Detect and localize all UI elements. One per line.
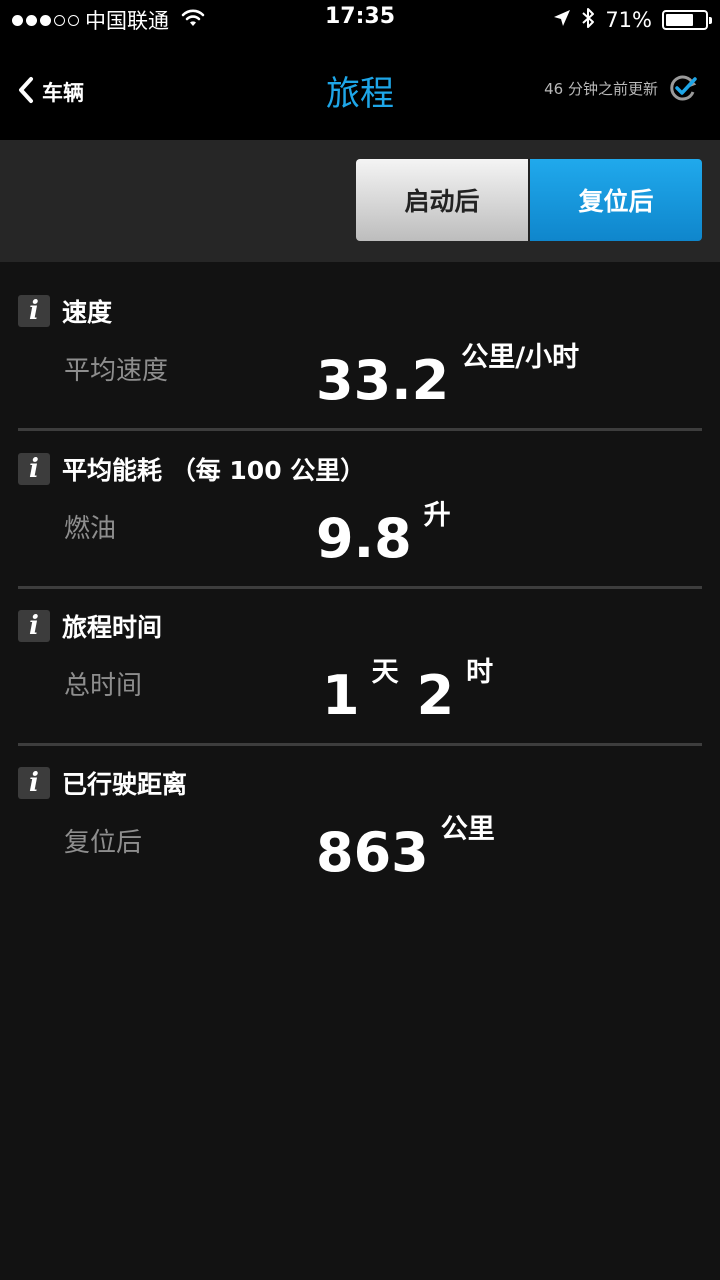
trip-mode-segmented-control: 启动后 复位后	[356, 159, 702, 241]
location-arrow-icon	[553, 8, 571, 32]
distance-value: 863 公里	[316, 812, 495, 880]
consumption-section: i 平均能耗 （每 100 公里） 燃油 9.8 升	[18, 452, 702, 589]
info-icon[interactable]: i	[18, 295, 50, 327]
refresh-check-icon[interactable]	[668, 73, 698, 103]
value-number: 9.8	[316, 507, 412, 570]
value-unit: 升	[423, 500, 451, 531]
distance-section: i 已行驶距离 复位后 863 公里	[18, 766, 702, 902]
hours-unit: 时	[466, 657, 494, 688]
bluetooth-icon	[581, 7, 595, 34]
battery-icon	[662, 10, 712, 30]
divider	[18, 428, 702, 431]
section-title: 旅程时间	[62, 613, 163, 642]
status-right: 71%	[553, 4, 712, 36]
segment-since-reset[interactable]: 复位后	[530, 159, 702, 241]
segment-since-start[interactable]: 启动后	[356, 159, 530, 241]
updated-text: 46 分钟之前更新	[544, 79, 658, 98]
section-title: 已行驶距离	[62, 770, 188, 799]
info-icon[interactable]: i	[18, 610, 50, 642]
battery-fill	[666, 14, 693, 26]
status-bar: 中国联通 17:35 71%	[0, 0, 720, 40]
speed-value: 33.2 公里/小时	[316, 340, 579, 408]
navigation-bar: 车辆 旅程 46 分钟之前更新	[0, 40, 720, 140]
trip-time-section: i 旅程时间 总时间 1 天 2 时	[18, 609, 702, 746]
value-unit: 公里/小时	[461, 342, 580, 373]
value-number: 33.2	[316, 349, 450, 412]
divider	[18, 743, 702, 746]
consumption-value: 9.8 升	[316, 498, 451, 566]
section-label: 燃油	[64, 514, 117, 544]
section-header: i 平均能耗 （每 100 公里）	[18, 452, 365, 486]
divider	[18, 586, 702, 589]
section-label: 总时间	[64, 671, 143, 701]
hours-number: 2	[416, 664, 455, 727]
speed-section: i 速度 平均速度 33.2 公里/小时	[18, 294, 702, 431]
info-icon[interactable]: i	[18, 767, 50, 799]
trip-time-value: 1 天 2 时	[322, 655, 493, 723]
section-header: i 速度	[18, 294, 112, 328]
days-number: 1	[322, 664, 360, 727]
value-number: 863	[316, 821, 429, 884]
section-title: 速度	[62, 298, 113, 327]
update-status: 46 分钟之前更新	[544, 73, 698, 103]
value-unit: 公里	[440, 814, 495, 845]
section-label: 复位后	[64, 828, 143, 858]
section-header: i 旅程时间	[18, 609, 162, 643]
section-label: 平均速度	[64, 356, 169, 386]
section-title: 平均能耗 （每 100 公里）	[62, 456, 366, 485]
segment-band: 启动后 复位后	[0, 140, 720, 262]
days-unit: 天	[371, 657, 399, 688]
battery-percent: 71%	[605, 8, 652, 32]
info-icon[interactable]: i	[18, 453, 50, 485]
section-header: i 已行驶距离	[18, 766, 187, 800]
